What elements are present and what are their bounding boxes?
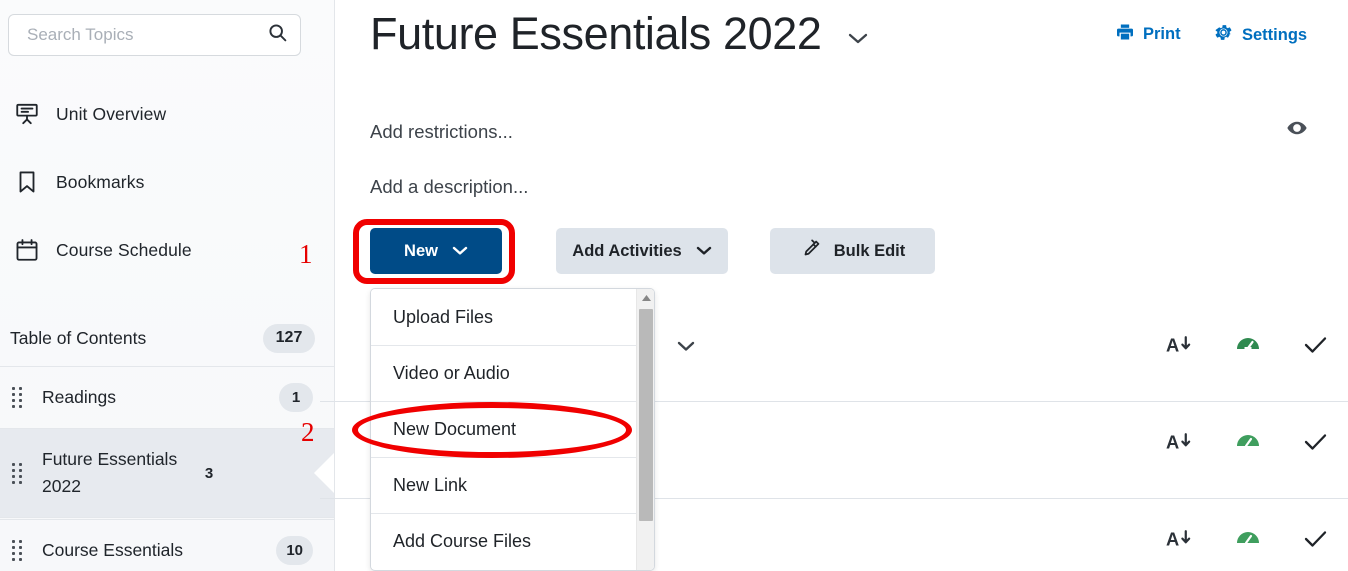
toc-row-label: Readings <box>42 387 116 407</box>
toc-row-count: 1 <box>279 383 313 412</box>
readability-gauge-icon[interactable] <box>1235 430 1261 459</box>
printer-icon <box>1115 22 1135 47</box>
add-description-field[interactable]: Add a description... <box>370 176 528 198</box>
sidebar-item-readings[interactable]: Readings 1 <box>0 366 334 428</box>
text-size-icon[interactable]: A <box>1166 430 1193 459</box>
toc-row-count: 10 <box>276 536 313 565</box>
settings-label: Settings <box>1242 25 1308 44</box>
chevron-down-icon <box>696 242 712 261</box>
svg-text:A: A <box>1166 529 1179 550</box>
drag-handle-icon[interactable] <box>12 462 24 484</box>
drag-handle-icon[interactable] <box>12 540 24 562</box>
readability-gauge-icon[interactable] <box>1235 527 1261 556</box>
drag-handle-icon[interactable] <box>12 387 24 409</box>
search-input[interactable] <box>27 25 267 45</box>
svg-text:A: A <box>1166 335 1179 356</box>
bulk-edit-label: Bulk Edit <box>833 241 906 260</box>
new-button[interactable]: New <box>370 228 502 274</box>
sidebar-item-future-essentials-2022[interactable]: Future Essentials 2022 3 <box>0 428 334 518</box>
table-of-contents-count: 127 <box>263 323 315 353</box>
sidebar-item-course-schedule[interactable]: Course Schedule <box>0 225 334 275</box>
print-button[interactable]: Print <box>1115 22 1181 47</box>
sidebar-item-course-essentials[interactable]: Course Essentials 10 <box>0 519 334 571</box>
search-topics <box>8 14 301 56</box>
calendar-icon <box>12 235 42 265</box>
add-activities-button[interactable]: Add Activities <box>556 228 728 274</box>
pencil-icon <box>800 238 822 265</box>
new-dropdown-menu: Upload Files Video or Audio New Document… <box>370 288 655 571</box>
check-icon[interactable] <box>1303 334 1328 361</box>
table-of-contents-label: Table of Contents <box>10 327 147 348</box>
chevron-down-icon <box>452 242 468 261</box>
main-content: Future Essentials 2022 Print Settings Ad… <box>320 0 1348 571</box>
toc-row-count: 3 <box>204 464 214 482</box>
menu-item-add-course-files[interactable]: Add Course Files <box>371 513 654 569</box>
row-actions: A <box>1166 430 1328 459</box>
chevron-down-icon[interactable] <box>845 30 871 51</box>
settings-button[interactable]: Settings <box>1213 22 1307 48</box>
new-button-label: New <box>404 241 438 260</box>
chevron-down-icon[interactable] <box>675 339 697 358</box>
add-activities-label: Add Activities <box>572 241 682 260</box>
row-actions: A <box>1166 333 1328 362</box>
sidebar-item-bookmarks[interactable]: Bookmarks <box>0 157 334 207</box>
sidebar-item-label: Unit Overview <box>56 103 167 124</box>
bulk-edit-button[interactable]: Bulk Edit <box>770 228 935 274</box>
presentation-screen-icon <box>12 99 42 129</box>
svg-text:A: A <box>1166 432 1179 453</box>
eye-icon[interactable] <box>1286 117 1308 144</box>
sidebar-item-label: Bookmarks <box>56 171 145 192</box>
triangle-up-icon[interactable] <box>637 289 654 306</box>
table-of-contents-header[interactable]: Table of Contents 127 <box>0 310 334 366</box>
dropdown-scrollbar-thumb[interactable] <box>639 309 653 521</box>
sidebar: Unit Overview Bookmarks Course Schedu <box>0 0 335 571</box>
toc-row-label: Future Essentials 2022 <box>42 449 178 496</box>
menu-item-new-document[interactable]: New Document <box>371 401 654 457</box>
menu-item-new-link[interactable]: New Link <box>371 457 654 513</box>
dropdown-scrollbar[interactable] <box>636 289 654 570</box>
search-box[interactable] <box>8 14 301 56</box>
print-label: Print <box>1143 25 1181 43</box>
bookmark-icon <box>12 167 42 197</box>
text-size-icon[interactable]: A <box>1166 527 1193 556</box>
content-browser-page: Unit Overview Bookmarks Course Schedu <box>0 0 1348 571</box>
menu-item-upload-files[interactable]: Upload Files <box>371 289 654 345</box>
readability-gauge-icon[interactable] <box>1235 333 1261 362</box>
check-icon[interactable] <box>1303 431 1328 458</box>
sidebar-item-label: Course Schedule <box>56 239 192 260</box>
add-restrictions-field[interactable]: Add restrictions... <box>370 121 513 143</box>
gear-icon <box>1213 22 1234 48</box>
sidebar-item-unit-overview[interactable]: Unit Overview <box>0 89 334 139</box>
search-icon[interactable] <box>267 22 288 48</box>
row-actions: A <box>1166 527 1328 556</box>
check-icon[interactable] <box>1303 528 1328 555</box>
text-size-icon[interactable]: A <box>1166 333 1193 362</box>
toc-row-label: Course Essentials <box>42 540 184 560</box>
page-title: Future Essentials 2022 <box>370 8 822 59</box>
menu-item-video-or-audio[interactable]: Video or Audio <box>371 345 654 401</box>
